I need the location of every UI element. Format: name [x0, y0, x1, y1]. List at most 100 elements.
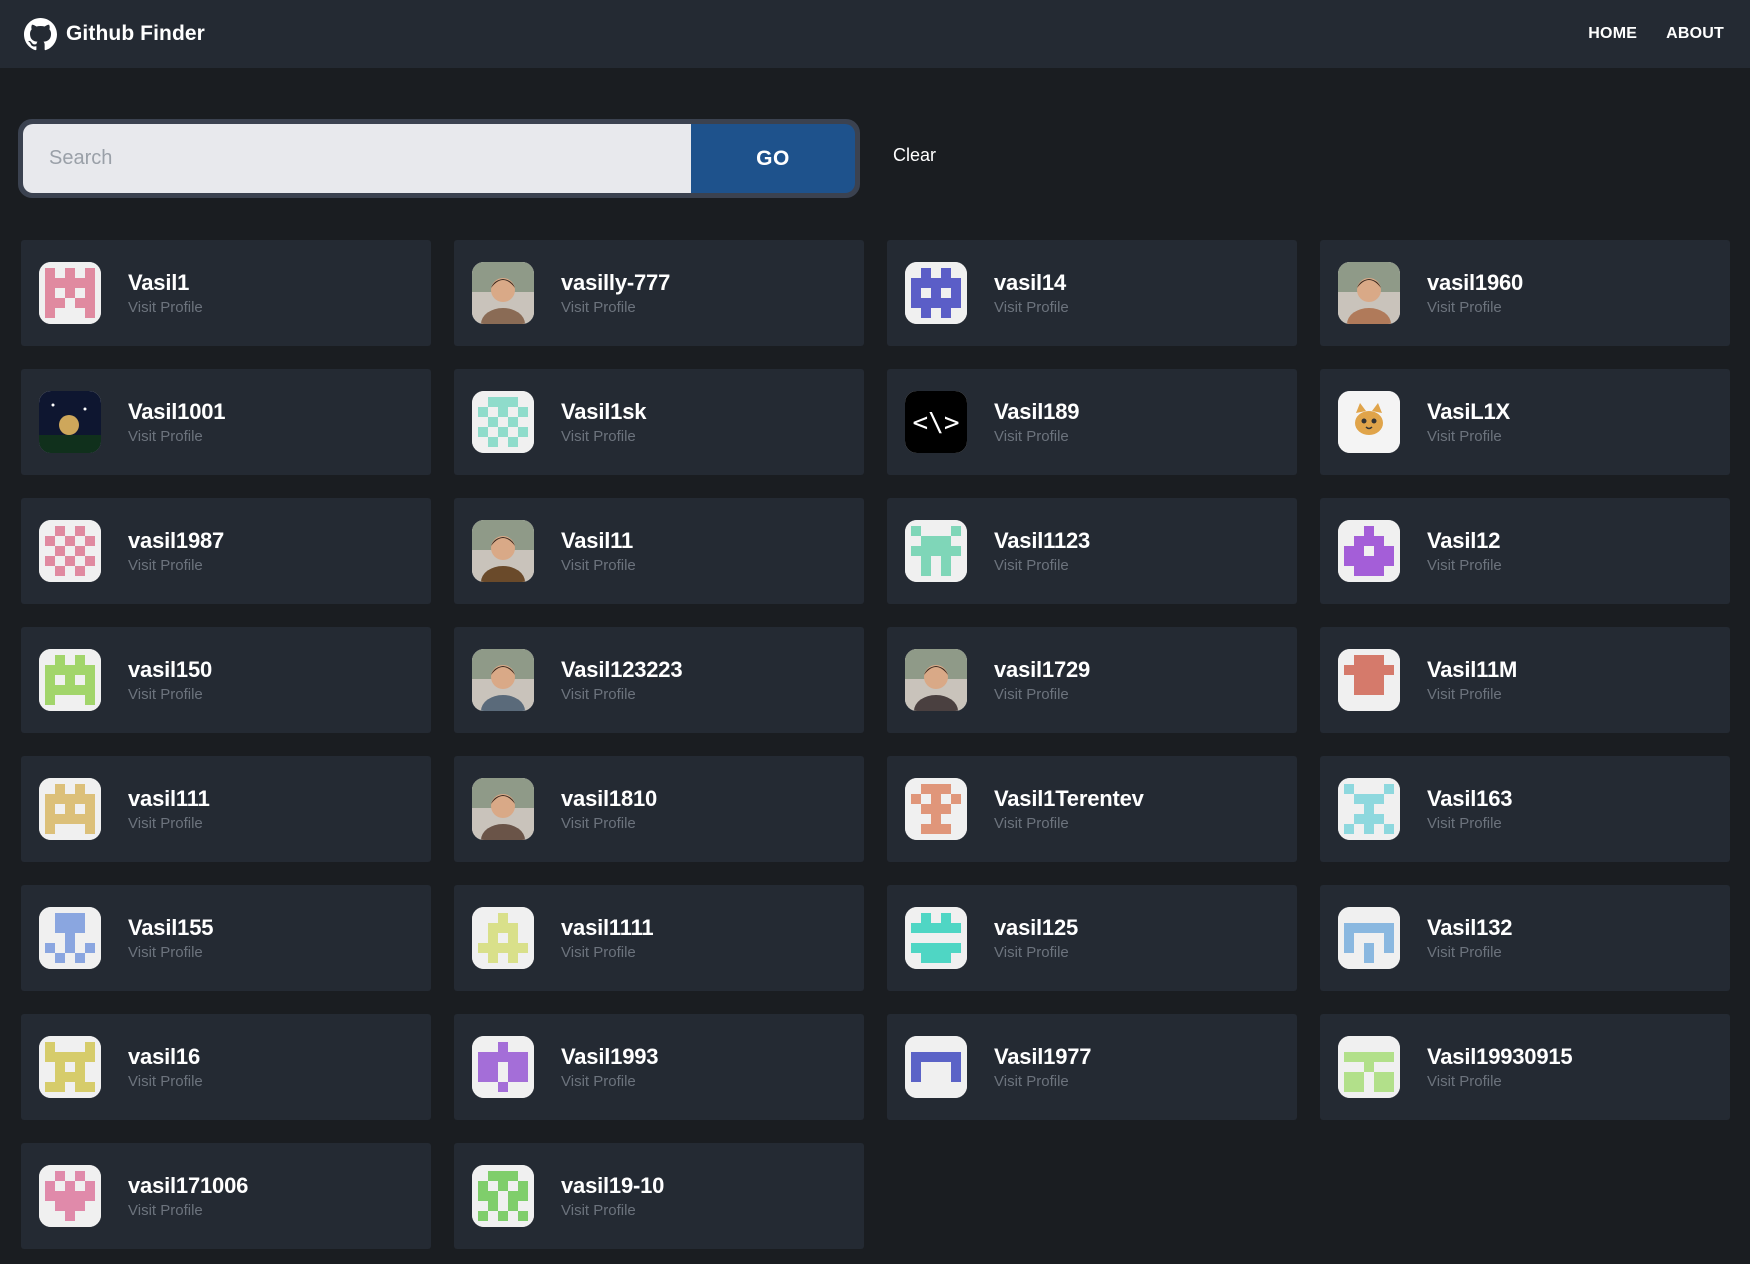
visit-profile-link[interactable]: Visit Profile	[1427, 299, 1523, 316]
visit-profile-link[interactable]: Visit Profile	[561, 815, 657, 832]
user-avatar-photo[interactable]	[472, 520, 534, 582]
user-card[interactable]: Vasil132 Visit Profile	[1320, 885, 1730, 991]
user-card[interactable]: Vasil1sk Visit Profile	[454, 369, 864, 475]
user-avatar-identicon[interactable]	[39, 1036, 101, 1098]
user-card[interactable]: Vasil1001 Visit Profile	[21, 369, 431, 475]
visit-profile-link[interactable]: Visit Profile	[1427, 557, 1502, 574]
visit-profile-link[interactable]: Visit Profile	[128, 1202, 248, 1219]
user-card[interactable]: Vasil163 Visit Profile	[1320, 756, 1730, 862]
user-avatar-identicon[interactable]	[472, 391, 534, 453]
user-card[interactable]: Vasil19930915 Visit Profile	[1320, 1014, 1730, 1120]
visit-profile-link[interactable]: Visit Profile	[994, 944, 1078, 961]
user-card[interactable]: vasil111 Visit Profile	[21, 756, 431, 862]
user-avatar-photo[interactable]	[905, 649, 967, 711]
visit-profile-link[interactable]: Visit Profile	[128, 557, 224, 574]
user-avatar-photo[interactable]	[472, 649, 534, 711]
clear-button[interactable]: Clear	[893, 145, 936, 166]
user-card[interactable]: Vasil11M Visit Profile	[1320, 627, 1730, 733]
visit-profile-link[interactable]: Visit Profile	[128, 686, 212, 703]
user-avatar-code-icon[interactable]: <\>	[905, 391, 967, 453]
user-card[interactable]: Vasil1123 Visit Profile	[887, 498, 1297, 604]
user-card[interactable]: Vasil1Terentev Visit Profile	[887, 756, 1297, 862]
user-card[interactable]: vasil1960 Visit Profile	[1320, 240, 1730, 346]
user-avatar-photo[interactable]	[472, 262, 534, 324]
user-avatar-identicon[interactable]	[1338, 1036, 1400, 1098]
user-avatar-identicon[interactable]	[905, 907, 967, 969]
visit-profile-link[interactable]: Visit Profile	[128, 815, 210, 832]
user-avatar-identicon[interactable]	[39, 262, 101, 324]
visit-profile-link[interactable]: Visit Profile	[994, 428, 1079, 445]
visit-profile-link[interactable]: Visit Profile	[1427, 428, 1510, 445]
visit-profile-link[interactable]: Visit Profile	[561, 299, 670, 316]
user-avatar-identicon[interactable]	[1338, 778, 1400, 840]
user-avatar-identicon[interactable]	[905, 520, 967, 582]
user-card[interactable]: Vasil1 Visit Profile	[21, 240, 431, 346]
user-card[interactable]: Vasil155 Visit Profile	[21, 885, 431, 991]
user-card[interactable]: vasil1987 Visit Profile	[21, 498, 431, 604]
visit-profile-link[interactable]: Visit Profile	[561, 686, 682, 703]
user-avatar-identicon[interactable]	[39, 907, 101, 969]
user-card[interactable]: vasil16 Visit Profile	[21, 1014, 431, 1120]
visit-profile-link[interactable]: Visit Profile	[1427, 944, 1512, 961]
visit-profile-link[interactable]: Visit Profile	[128, 944, 213, 961]
visit-profile-link[interactable]: Visit Profile	[1427, 815, 1512, 832]
user-card[interactable]: <\> Vasil189 Visit Profile	[887, 369, 1297, 475]
user-card[interactable]: VasiL1X Visit Profile	[1320, 369, 1730, 475]
visit-profile-link[interactable]: Visit Profile	[1427, 686, 1517, 703]
user-card[interactable]: vasilly-777 Visit Profile	[454, 240, 864, 346]
visit-profile-link[interactable]: Visit Profile	[1427, 1073, 1572, 1090]
search-input[interactable]	[23, 124, 691, 193]
user-avatar-identicon[interactable]	[905, 1036, 967, 1098]
user-avatar-identicon[interactable]	[905, 778, 967, 840]
user-avatar-identicon[interactable]	[1338, 649, 1400, 711]
user-card[interactable]: vasil19-10 Visit Profile	[454, 1143, 864, 1249]
user-card[interactable]: Vasil123223 Visit Profile	[454, 627, 864, 733]
user-info: vasil171006 Visit Profile	[128, 1173, 248, 1218]
user-card[interactable]: Vasil12 Visit Profile	[1320, 498, 1730, 604]
user-avatar-cat-icon[interactable]	[1338, 391, 1400, 453]
user-avatar-identicon[interactable]	[39, 778, 101, 840]
brand-title: Github Finder	[66, 22, 205, 45]
user-card[interactable]: Vasil1977 Visit Profile	[887, 1014, 1297, 1120]
user-avatar-identicon[interactable]	[39, 520, 101, 582]
visit-profile-link[interactable]: Visit Profile	[128, 1073, 203, 1090]
user-avatar-identicon[interactable]	[905, 262, 967, 324]
visit-profile-link[interactable]: Visit Profile	[128, 428, 225, 445]
user-avatar-photo[interactable]	[472, 778, 534, 840]
user-info: vasilly-777 Visit Profile	[561, 270, 670, 315]
user-avatar-identicon[interactable]	[472, 1165, 534, 1227]
user-card[interactable]: Vasil11 Visit Profile	[454, 498, 864, 604]
visit-profile-link[interactable]: Visit Profile	[128, 299, 203, 316]
visit-profile-link[interactable]: Visit Profile	[994, 299, 1069, 316]
user-avatar-photo[interactable]	[39, 391, 101, 453]
visit-profile-link[interactable]: Visit Profile	[561, 1073, 658, 1090]
user-avatar-identicon[interactable]	[472, 1036, 534, 1098]
visit-profile-link[interactable]: Visit Profile	[994, 557, 1090, 574]
user-card[interactable]: vasil1810 Visit Profile	[454, 756, 864, 862]
user-card[interactable]: Vasil1993 Visit Profile	[454, 1014, 864, 1120]
user-avatar-identicon[interactable]	[1338, 520, 1400, 582]
user-avatar-identicon[interactable]	[39, 1165, 101, 1227]
user-card[interactable]: vasil125 Visit Profile	[887, 885, 1297, 991]
user-card[interactable]: vasil14 Visit Profile	[887, 240, 1297, 346]
user-card[interactable]: vasil1111 Visit Profile	[454, 885, 864, 991]
user-card[interactable]: vasil1729 Visit Profile	[887, 627, 1297, 733]
user-avatar-identicon[interactable]	[39, 649, 101, 711]
visit-profile-link[interactable]: Visit Profile	[994, 815, 1144, 832]
user-card[interactable]: vasil171006 Visit Profile	[21, 1143, 431, 1249]
visit-profile-link[interactable]: Visit Profile	[994, 686, 1090, 703]
visit-profile-link[interactable]: Visit Profile	[561, 944, 653, 961]
visit-profile-link[interactable]: Visit Profile	[561, 557, 636, 574]
user-card[interactable]: vasil150 Visit Profile	[21, 627, 431, 733]
visit-profile-link[interactable]: Visit Profile	[561, 1202, 664, 1219]
nav-home-link[interactable]: HOME	[1588, 25, 1637, 43]
go-button[interactable]: GO	[691, 124, 855, 193]
nav-about-link[interactable]: ABOUT	[1666, 25, 1724, 43]
user-avatar-photo[interactable]	[1338, 262, 1400, 324]
visit-profile-link[interactable]: Visit Profile	[561, 428, 646, 445]
user-avatar-identicon[interactable]	[1338, 907, 1400, 969]
user-info: Vasil1sk Visit Profile	[561, 399, 646, 444]
brand[interactable]: Github Finder	[24, 17, 205, 51]
visit-profile-link[interactable]: Visit Profile	[994, 1073, 1091, 1090]
user-avatar-identicon[interactable]	[472, 907, 534, 969]
